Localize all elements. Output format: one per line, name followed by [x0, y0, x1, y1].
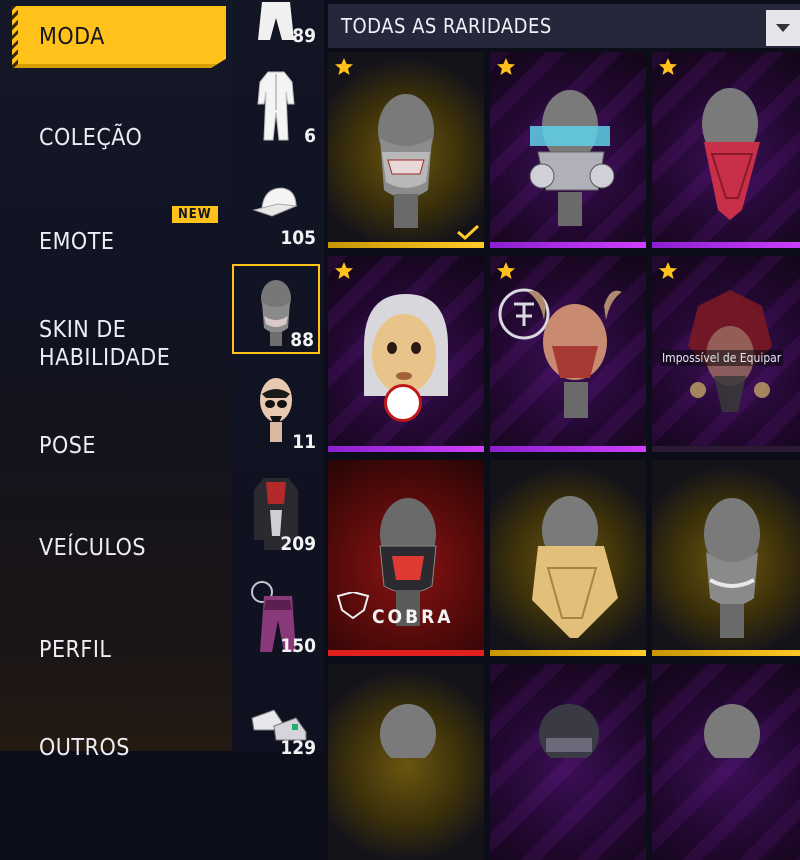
item-tile[interactable] [490, 52, 646, 248]
menu-item-colecao[interactable]: COLEÇÃO [12, 124, 226, 152]
menu-item-emote[interactable]: EMOTE [12, 228, 226, 256]
side-menu: MODA COLEÇÃO NEW EMOTE SKIN DE HABILIDAD… [0, 0, 232, 761]
category-pants-top[interactable]: 89 [232, 0, 322, 50]
item-tile[interactable] [328, 52, 484, 248]
rarity-bar [490, 650, 646, 656]
menu-item-label: EMOTE [39, 229, 115, 255]
rarity-bar [328, 446, 484, 452]
menu-item-label: POSE [39, 433, 96, 459]
menu-item-label: MODA [39, 24, 105, 50]
category-count: 89 [292, 25, 316, 47]
mask-icon [702, 88, 760, 220]
mask-icon [704, 498, 760, 638]
menu-item-outros[interactable]: OUTROS [12, 734, 226, 762]
cobra-logo-icon [336, 592, 370, 620]
mask-icon [528, 290, 622, 418]
mask-icon [532, 496, 618, 638]
rarity-bar [652, 650, 800, 656]
mask-icon [380, 704, 436, 758]
category-count: 105 [280, 227, 316, 249]
category-pants[interactable]: 150 [232, 564, 322, 660]
menu-item-skin-de-habilidade[interactable]: SKIN DE HABILIDADE [12, 316, 192, 372]
category-jumpsuit[interactable]: 6 [232, 54, 322, 150]
dropdown-arrow-icon[interactable] [766, 10, 800, 46]
menu-item-veiculos[interactable]: VEÍCULOS [12, 534, 226, 562]
item-tile[interactable] [328, 664, 484, 860]
mask-icon [378, 94, 434, 228]
brand-label: COBRA [372, 606, 454, 628]
star-icon [659, 58, 677, 75]
mask-icon [529, 90, 615, 226]
category-cap[interactable]: 105 [232, 156, 322, 252]
category-face-paint[interactable]: 11 [232, 360, 322, 456]
category-count: 11 [292, 431, 316, 453]
menu-item-label: COLEÇÃO [39, 125, 143, 151]
mask-icon [539, 704, 599, 758]
category-count: 88 [290, 329, 314, 351]
rarity-bar [652, 242, 800, 248]
rarity-bar [652, 446, 800, 452]
item-tile[interactable] [490, 256, 646, 452]
star-icon [497, 262, 515, 279]
check-icon [457, 224, 480, 240]
rarity-bar [328, 650, 484, 656]
cap-icon [252, 187, 298, 217]
rarity-filter-label: TODAS AS RARIDADES [341, 14, 552, 38]
item-tile[interactable] [490, 664, 646, 860]
menu-item-label: OUTROS [39, 735, 130, 761]
rarity-bar [490, 242, 646, 248]
item-tile[interactable] [490, 460, 646, 656]
rarity-filter-dropdown[interactable]: TODAS AS RARIDADES [328, 4, 800, 48]
new-badge: NEW [172, 206, 218, 223]
category-column: 89 6 105 88 11 209 150 129 [232, 0, 324, 759]
rarity-bar [328, 242, 484, 248]
mask-icon [704, 704, 760, 758]
item-tile[interactable] [652, 52, 800, 248]
category-count: 6 [304, 125, 316, 147]
menu-item-perfil[interactable]: PERFIL [12, 636, 226, 664]
demon-slayer-badge [384, 384, 422, 422]
category-mask[interactable]: 88 [232, 264, 320, 354]
category-count: 129 [280, 737, 316, 759]
menu-item-label: VEÍCULOS [39, 535, 147, 561]
star-icon [335, 262, 353, 279]
star-icon [659, 262, 677, 279]
cannot-equip-note: Impossível de Equipar [660, 350, 784, 366]
category-count: 209 [280, 533, 316, 555]
star-icon [497, 58, 515, 75]
menu-item-label: PERFIL [39, 637, 112, 663]
menu-item-label: SKIN DE HABILIDADE [39, 317, 171, 371]
jumpsuit-icon [257, 71, 295, 141]
menu-item-moda[interactable]: MODA [12, 6, 226, 68]
category-shoes[interactable]: 129 [232, 666, 322, 762]
rarity-bar [490, 446, 646, 452]
item-tile[interactable] [328, 256, 484, 452]
item-tile[interactable] [652, 664, 800, 860]
menu-item-pose[interactable]: POSE [12, 432, 226, 460]
item-tile[interactable] [652, 460, 800, 656]
category-jacket[interactable]: 209 [232, 462, 322, 558]
category-count: 150 [280, 635, 316, 657]
item-tile[interactable]: COBRA [328, 460, 484, 656]
star-icon [335, 58, 353, 75]
item-tile[interactable]: Impossível de Equipar [652, 256, 800, 452]
